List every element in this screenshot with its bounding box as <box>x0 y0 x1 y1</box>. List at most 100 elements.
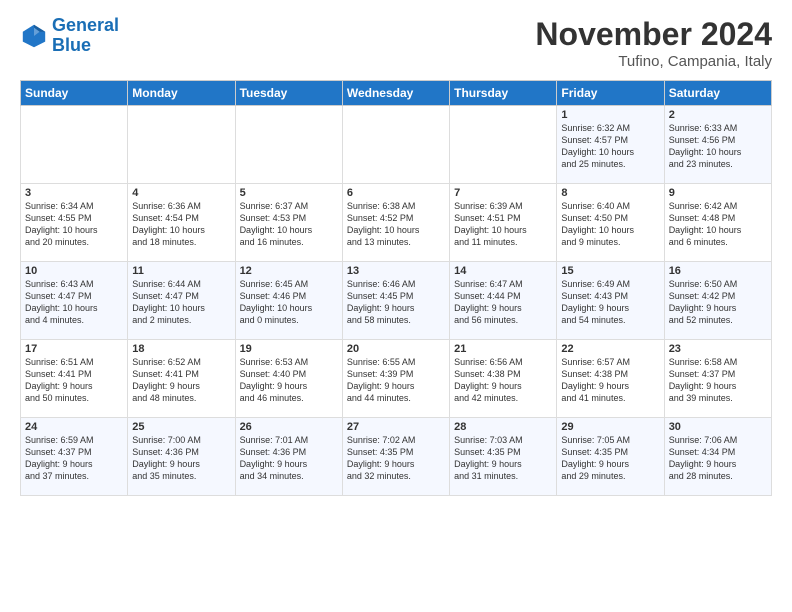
day-number: 23 <box>669 343 767 355</box>
cell-content: Sunrise: 6:55 AM Sunset: 4:39 PM Dayligh… <box>347 356 445 405</box>
cell-4-3: 27Sunrise: 7:02 AM Sunset: 4:35 PM Dayli… <box>342 418 449 496</box>
cell-0-4 <box>450 106 557 184</box>
cell-content: Sunrise: 6:46 AM Sunset: 4:45 PM Dayligh… <box>347 278 445 327</box>
cell-0-6: 2Sunrise: 6:33 AM Sunset: 4:56 PM Daylig… <box>664 106 771 184</box>
cell-0-1 <box>128 106 235 184</box>
day-number: 15 <box>561 265 659 277</box>
cell-content: Sunrise: 6:45 AM Sunset: 4:46 PM Dayligh… <box>240 278 338 327</box>
cell-content: Sunrise: 6:42 AM Sunset: 4:48 PM Dayligh… <box>669 200 767 249</box>
cell-content: Sunrise: 6:58 AM Sunset: 4:37 PM Dayligh… <box>669 356 767 405</box>
day-number: 10 <box>25 265 123 277</box>
day-number: 26 <box>240 421 338 433</box>
day-number: 13 <box>347 265 445 277</box>
week-row-2: 10Sunrise: 6:43 AM Sunset: 4:47 PM Dayli… <box>21 262 772 340</box>
day-number: 6 <box>347 187 445 199</box>
col-monday: Monday <box>128 81 235 106</box>
main-title: November 2024 <box>535 16 772 53</box>
cell-content: Sunrise: 6:33 AM Sunset: 4:56 PM Dayligh… <box>669 122 767 171</box>
day-number: 8 <box>561 187 659 199</box>
cell-content: Sunrise: 7:03 AM Sunset: 4:35 PM Dayligh… <box>454 434 552 483</box>
cell-content: Sunrise: 7:01 AM Sunset: 4:36 PM Dayligh… <box>240 434 338 483</box>
day-number: 20 <box>347 343 445 355</box>
cell-content: Sunrise: 6:53 AM Sunset: 4:40 PM Dayligh… <box>240 356 338 405</box>
cell-3-4: 21Sunrise: 6:56 AM Sunset: 4:38 PM Dayli… <box>450 340 557 418</box>
cell-2-1: 11Sunrise: 6:44 AM Sunset: 4:47 PM Dayli… <box>128 262 235 340</box>
cell-3-3: 20Sunrise: 6:55 AM Sunset: 4:39 PM Dayli… <box>342 340 449 418</box>
cell-4-4: 28Sunrise: 7:03 AM Sunset: 4:35 PM Dayli… <box>450 418 557 496</box>
col-thursday: Thursday <box>450 81 557 106</box>
day-number: 30 <box>669 421 767 433</box>
cell-3-0: 17Sunrise: 6:51 AM Sunset: 4:41 PM Dayli… <box>21 340 128 418</box>
cell-0-3 <box>342 106 449 184</box>
cell-2-3: 13Sunrise: 6:46 AM Sunset: 4:45 PM Dayli… <box>342 262 449 340</box>
day-number: 19 <box>240 343 338 355</box>
cell-content: Sunrise: 6:36 AM Sunset: 4:54 PM Dayligh… <box>132 200 230 249</box>
cell-0-2 <box>235 106 342 184</box>
day-number: 25 <box>132 421 230 433</box>
cell-content: Sunrise: 6:56 AM Sunset: 4:38 PM Dayligh… <box>454 356 552 405</box>
day-number: 3 <box>25 187 123 199</box>
cell-2-5: 15Sunrise: 6:49 AM Sunset: 4:43 PM Dayli… <box>557 262 664 340</box>
logo-line1: General <box>52 15 119 35</box>
col-wednesday: Wednesday <box>342 81 449 106</box>
cell-3-5: 22Sunrise: 6:57 AM Sunset: 4:38 PM Dayli… <box>557 340 664 418</box>
cell-1-6: 9Sunrise: 6:42 AM Sunset: 4:48 PM Daylig… <box>664 184 771 262</box>
cell-content: Sunrise: 6:40 AM Sunset: 4:50 PM Dayligh… <box>561 200 659 249</box>
cell-content: Sunrise: 7:02 AM Sunset: 4:35 PM Dayligh… <box>347 434 445 483</box>
logo-line2: Blue <box>52 35 91 55</box>
day-number: 11 <box>132 265 230 277</box>
cell-content: Sunrise: 6:59 AM Sunset: 4:37 PM Dayligh… <box>25 434 123 483</box>
week-row-1: 3Sunrise: 6:34 AM Sunset: 4:55 PM Daylig… <box>21 184 772 262</box>
cell-2-0: 10Sunrise: 6:43 AM Sunset: 4:47 PM Dayli… <box>21 262 128 340</box>
cell-2-2: 12Sunrise: 6:45 AM Sunset: 4:46 PM Dayli… <box>235 262 342 340</box>
cell-2-4: 14Sunrise: 6:47 AM Sunset: 4:44 PM Dayli… <box>450 262 557 340</box>
day-number: 12 <box>240 265 338 277</box>
cell-1-1: 4Sunrise: 6:36 AM Sunset: 4:54 PM Daylig… <box>128 184 235 262</box>
cell-3-1: 18Sunrise: 6:52 AM Sunset: 4:41 PM Dayli… <box>128 340 235 418</box>
cell-content: Sunrise: 6:50 AM Sunset: 4:42 PM Dayligh… <box>669 278 767 327</box>
cell-1-3: 6Sunrise: 6:38 AM Sunset: 4:52 PM Daylig… <box>342 184 449 262</box>
cell-content: Sunrise: 6:37 AM Sunset: 4:53 PM Dayligh… <box>240 200 338 249</box>
cell-4-5: 29Sunrise: 7:05 AM Sunset: 4:35 PM Dayli… <box>557 418 664 496</box>
cell-content: Sunrise: 6:32 AM Sunset: 4:57 PM Dayligh… <box>561 122 659 171</box>
day-number: 24 <box>25 421 123 433</box>
day-number: 4 <box>132 187 230 199</box>
day-number: 16 <box>669 265 767 277</box>
cell-content: Sunrise: 6:38 AM Sunset: 4:52 PM Dayligh… <box>347 200 445 249</box>
cell-0-5: 1Sunrise: 6:32 AM Sunset: 4:57 PM Daylig… <box>557 106 664 184</box>
cell-4-1: 25Sunrise: 7:00 AM Sunset: 4:36 PM Dayli… <box>128 418 235 496</box>
cell-content: Sunrise: 6:43 AM Sunset: 4:47 PM Dayligh… <box>25 278 123 327</box>
day-number: 27 <box>347 421 445 433</box>
col-saturday: Saturday <box>664 81 771 106</box>
calendar-table: Sunday Monday Tuesday Wednesday Thursday… <box>20 80 772 496</box>
cell-content: Sunrise: 6:52 AM Sunset: 4:41 PM Dayligh… <box>132 356 230 405</box>
day-number: 29 <box>561 421 659 433</box>
cell-1-4: 7Sunrise: 6:39 AM Sunset: 4:51 PM Daylig… <box>450 184 557 262</box>
cell-3-2: 19Sunrise: 6:53 AM Sunset: 4:40 PM Dayli… <box>235 340 342 418</box>
cell-content: Sunrise: 6:39 AM Sunset: 4:51 PM Dayligh… <box>454 200 552 249</box>
day-number: 7 <box>454 187 552 199</box>
title-block: November 2024 Tufino, Campania, Italy <box>535 16 772 70</box>
logo-icon <box>20 22 48 50</box>
day-number: 14 <box>454 265 552 277</box>
col-friday: Friday <box>557 81 664 106</box>
cell-1-2: 5Sunrise: 6:37 AM Sunset: 4:53 PM Daylig… <box>235 184 342 262</box>
cell-4-2: 26Sunrise: 7:01 AM Sunset: 4:36 PM Dayli… <box>235 418 342 496</box>
cell-content: Sunrise: 6:47 AM Sunset: 4:44 PM Dayligh… <box>454 278 552 327</box>
day-number: 17 <box>25 343 123 355</box>
cell-3-6: 23Sunrise: 6:58 AM Sunset: 4:37 PM Dayli… <box>664 340 771 418</box>
day-number: 18 <box>132 343 230 355</box>
cell-content: Sunrise: 6:49 AM Sunset: 4:43 PM Dayligh… <box>561 278 659 327</box>
header: General Blue November 2024 Tufino, Campa… <box>20 16 772 70</box>
day-number: 21 <box>454 343 552 355</box>
week-row-3: 17Sunrise: 6:51 AM Sunset: 4:41 PM Dayli… <box>21 340 772 418</box>
cell-content: Sunrise: 7:00 AM Sunset: 4:36 PM Dayligh… <box>132 434 230 483</box>
cell-content: Sunrise: 6:44 AM Sunset: 4:47 PM Dayligh… <box>132 278 230 327</box>
logo-text: General Blue <box>52 16 119 56</box>
cell-2-6: 16Sunrise: 6:50 AM Sunset: 4:42 PM Dayli… <box>664 262 771 340</box>
cell-content: Sunrise: 7:06 AM Sunset: 4:34 PM Dayligh… <box>669 434 767 483</box>
cell-4-0: 24Sunrise: 6:59 AM Sunset: 4:37 PM Dayli… <box>21 418 128 496</box>
cell-content: Sunrise: 6:34 AM Sunset: 4:55 PM Dayligh… <box>25 200 123 249</box>
header-row: Sunday Monday Tuesday Wednesday Thursday… <box>21 81 772 106</box>
week-row-4: 24Sunrise: 6:59 AM Sunset: 4:37 PM Dayli… <box>21 418 772 496</box>
